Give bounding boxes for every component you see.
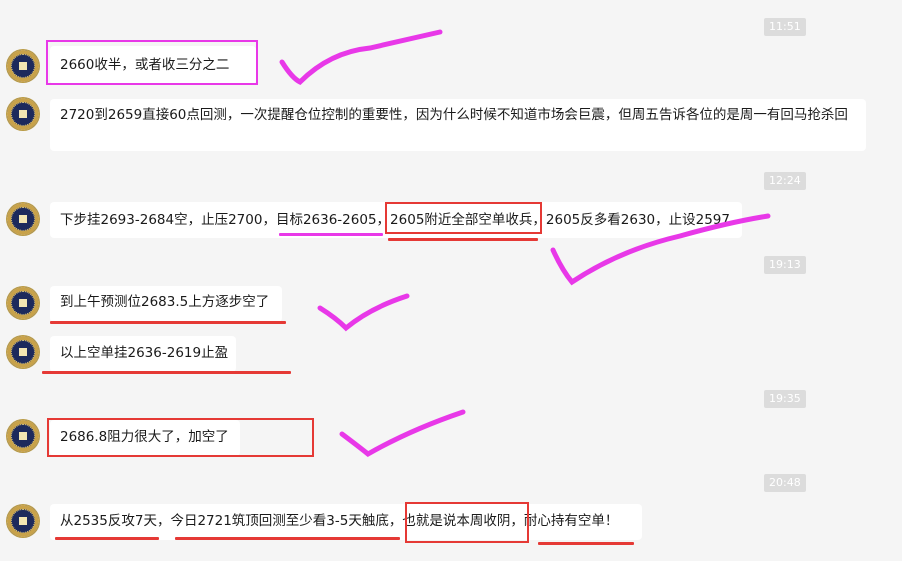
checkmark-annotation (550, 213, 771, 286)
checkmark-annotation (317, 293, 410, 332)
checkmark-annotation (279, 29, 443, 86)
checkmark-annotation (339, 409, 466, 458)
annotation-layer (279, 29, 771, 458)
